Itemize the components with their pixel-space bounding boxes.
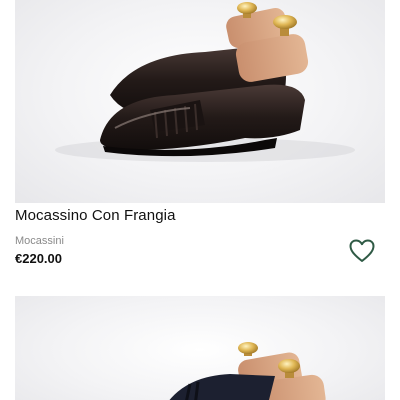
product-image[interactable]: [15, 296, 385, 400]
wishlist-button[interactable]: [348, 238, 376, 264]
product-title[interactable]: Mocassino Con Frangia: [15, 207, 335, 224]
tassel-loafer-shoe-photo: [169, 342, 326, 400]
product-price: €220.00: [15, 251, 62, 266]
loafer-shoe-photo: [55, 2, 355, 162]
product-category: Mocassini: [15, 235, 64, 247]
product-image[interactable]: [15, 0, 385, 203]
heart-outline-icon: [349, 239, 375, 262]
